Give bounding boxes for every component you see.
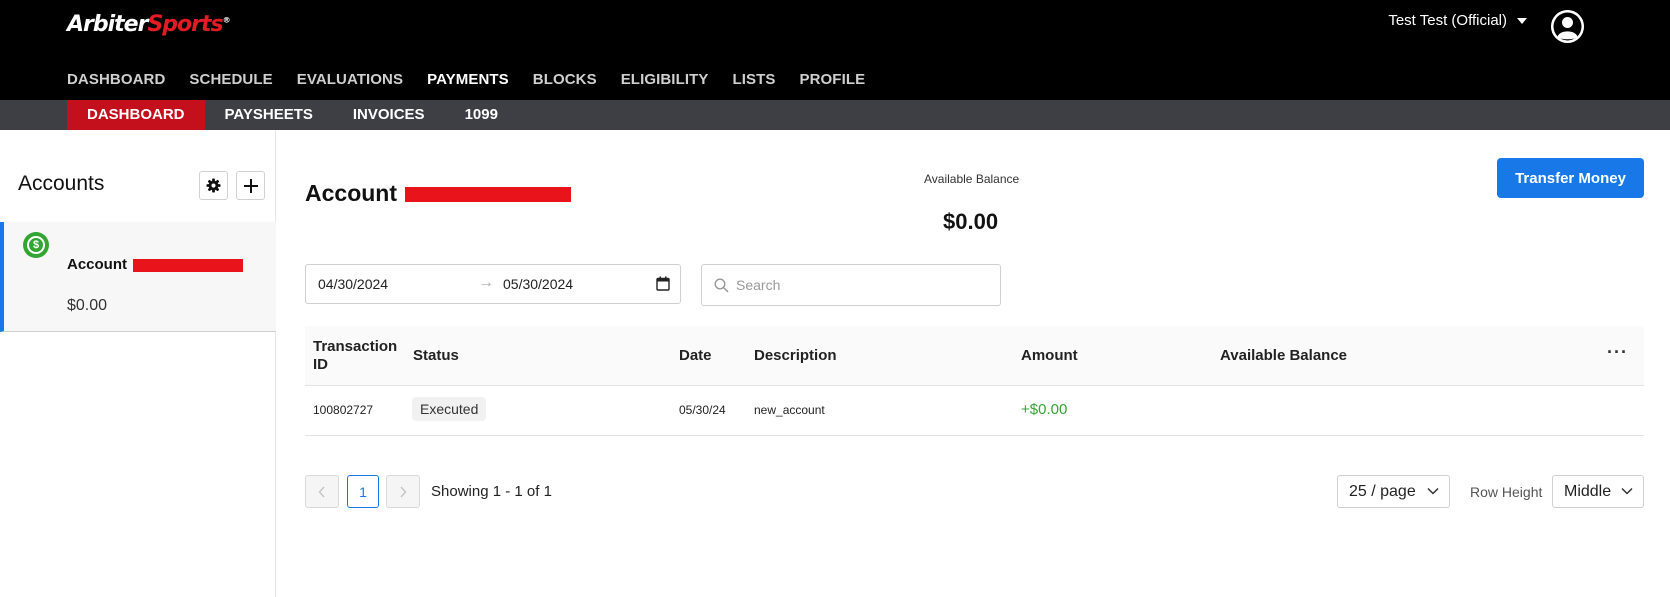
- column-header-transaction-id[interactable]: Transaction ID: [313, 338, 403, 374]
- account-label: Account: [67, 256, 127, 273]
- previous-page-button[interactable]: [305, 475, 339, 508]
- row-height-select[interactable]: Middle: [1552, 475, 1644, 508]
- nav-dashboard[interactable]: DASHBOARD: [67, 71, 165, 88]
- cell-description: new_account: [754, 403, 825, 417]
- nav-eligibility[interactable]: ELIGIBILITY: [621, 71, 709, 88]
- available-balance-value: $0.00: [943, 209, 999, 234]
- sub-nav: DASHBOARD PAYSHEETS INVOICES 1099: [0, 100, 1670, 130]
- showing-count: Showing 1 - 1 of 1: [431, 483, 552, 500]
- settings-button[interactable]: [199, 171, 228, 200]
- subnav-invoices[interactable]: INVOICES: [333, 100, 445, 130]
- column-header-amount[interactable]: Amount: [1021, 347, 1078, 365]
- table-header: Transaction ID Status Date Description A…: [305, 326, 1644, 386]
- search-box[interactable]: [701, 264, 1001, 306]
- page-number-button[interactable]: 1: [347, 475, 379, 508]
- next-page-button[interactable]: [386, 475, 420, 508]
- column-header-status[interactable]: Status: [413, 347, 459, 365]
- available-balance-label: Available Balance: [924, 172, 1020, 186]
- nav-profile[interactable]: PROFILE: [800, 71, 866, 88]
- nav-schedule[interactable]: SCHEDULE: [189, 71, 272, 88]
- nav-payments[interactable]: PAYMENTS: [427, 71, 509, 88]
- gear-icon: [206, 178, 221, 193]
- chevron-down-icon: [1427, 487, 1439, 495]
- nav-evaluations[interactable]: EVALUATIONS: [297, 71, 403, 88]
- user-menu[interactable]: Test Test (Official): [1388, 12, 1527, 29]
- column-header-description[interactable]: Description: [754, 347, 837, 365]
- calendar-icon[interactable]: [656, 276, 670, 291]
- date-to[interactable]: 05/30/2024: [503, 276, 573, 292]
- account-title-label: Account: [305, 180, 397, 206]
- more-options-icon[interactable]: ···: [1607, 342, 1628, 363]
- redaction-bar: [133, 258, 244, 272]
- accounts-title: Accounts: [18, 172, 105, 195]
- trademark-icon: ®: [222, 15, 231, 25]
- chevron-right-icon: [400, 486, 407, 497]
- subnav-1099[interactable]: 1099: [445, 100, 518, 130]
- account-title: Account: [305, 180, 572, 207]
- avatar-icon[interactable]: [1551, 10, 1584, 43]
- chevron-down-icon: [1621, 487, 1633, 495]
- account-list-item[interactable]: $ Account $0.00: [0, 222, 276, 332]
- nav-blocks[interactable]: BLOCKS: [533, 71, 597, 88]
- column-header-date[interactable]: Date: [679, 347, 712, 365]
- accounts-sidebar: Accounts $ Account $0.00: [0, 130, 276, 597]
- table-row[interactable]: 100802727 Executed 05/30/24 new_account …: [305, 386, 1644, 436]
- page-size-select[interactable]: 25 / page: [1337, 475, 1450, 508]
- date-from[interactable]: 04/30/2024: [318, 276, 388, 292]
- cell-transaction-id: 100802727: [313, 403, 374, 417]
- account-balance: $0.00: [67, 297, 108, 314]
- account-name: Account: [67, 256, 244, 273]
- page-size-value: 25 / page: [1349, 483, 1416, 500]
- user-name: Test Test (Official): [1388, 12, 1507, 29]
- redaction-bar: [405, 187, 572, 203]
- status-badge: Executed: [412, 397, 487, 421]
- add-account-button[interactable]: [236, 171, 265, 200]
- chevron-left-icon: [318, 486, 325, 497]
- row-height-label: Row Height: [1470, 484, 1543, 500]
- caret-down-icon: [1517, 17, 1527, 24]
- logo-text-sports: Sports: [147, 12, 223, 37]
- cell-date: 05/30/24: [679, 403, 726, 417]
- row-height-value: Middle: [1564, 483, 1612, 500]
- subnav-dashboard[interactable]: DASHBOARD: [67, 100, 205, 130]
- transfer-money-button[interactable]: Transfer Money: [1497, 158, 1644, 198]
- column-header-available-balance[interactable]: Available Balance: [1220, 347, 1347, 365]
- logo-text-arbiter: Arbiter: [67, 12, 148, 37]
- date-range-picker[interactable]: 04/30/2024 → 05/30/2024: [305, 264, 681, 304]
- cell-amount: +$0.00: [1021, 401, 1068, 418]
- arrow-right-icon: →: [478, 274, 494, 291]
- main-nav: DASHBOARD SCHEDULE EVALUATIONS PAYMENTS …: [67, 71, 889, 88]
- nav-lists[interactable]: LISTS: [732, 71, 775, 88]
- arbitersports-logo[interactable]: ArbiterSports®: [67, 12, 231, 37]
- transactions-table: Transaction ID Status Date Description A…: [305, 326, 1644, 436]
- search-icon: [714, 278, 729, 293]
- dollar-icon: $: [23, 232, 49, 258]
- subnav-paysheets[interactable]: PAYSHEETS: [205, 100, 333, 130]
- plus-icon: [243, 178, 258, 193]
- search-input[interactable]: [736, 273, 986, 297]
- top-header: ArbiterSports® Test Test (Official) DASH…: [0, 0, 1670, 100]
